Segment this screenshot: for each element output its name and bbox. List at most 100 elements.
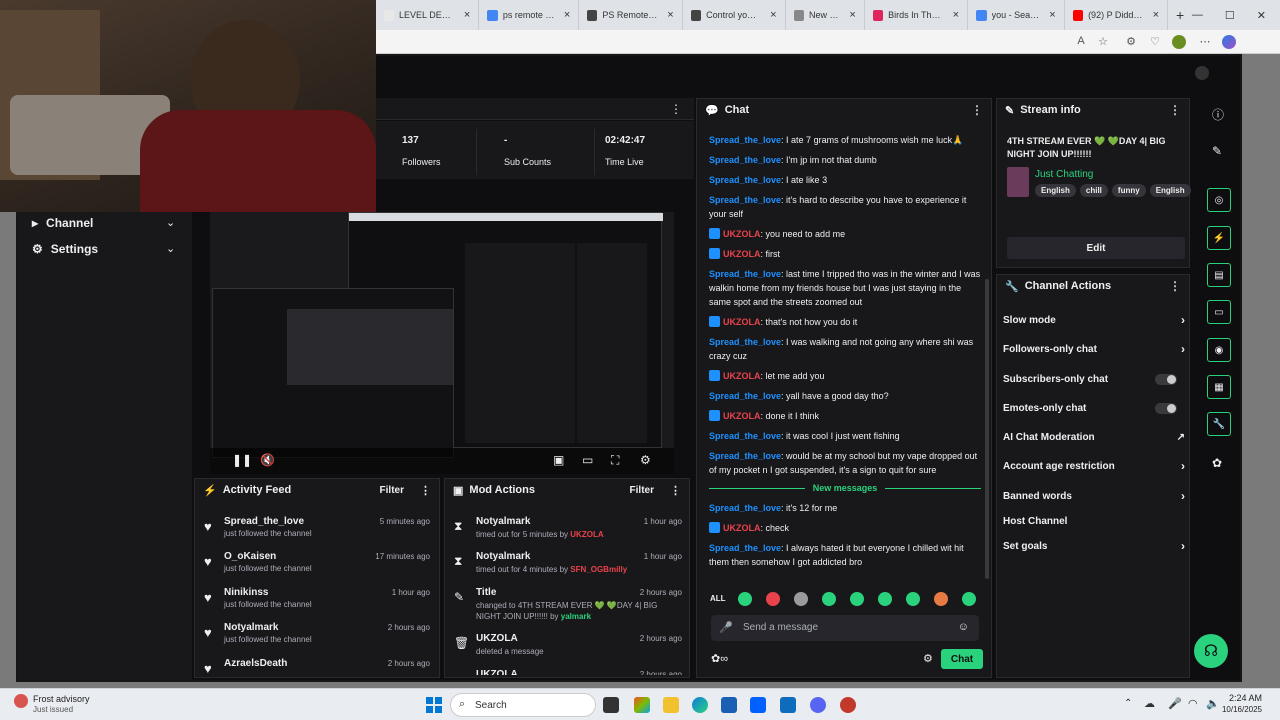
tag-chip[interactable]: English bbox=[1035, 184, 1076, 197]
emoji-icon[interactable]: ☺ bbox=[958, 621, 969, 633]
channel-action-item[interactable]: Account age restriction › bbox=[1003, 459, 1189, 473]
chat-username[interactable]: UKZOLA bbox=[723, 411, 761, 421]
tag-chip[interactable]: funny bbox=[1111, 184, 1146, 197]
close-tab-icon[interactable]: × bbox=[464, 9, 470, 21]
channel-action-item[interactable]: Emotes-only chat bbox=[1003, 401, 1189, 415]
channel-action-item[interactable]: Banned words › bbox=[1003, 489, 1189, 503]
close-tab-icon[interactable]: × bbox=[667, 9, 673, 21]
store-icon[interactable] bbox=[721, 697, 737, 713]
onedrive-icon[interactable]: ☁ bbox=[1144, 697, 1155, 710]
mod-action-item[interactable]: ⧗ UKZOLA 2 hours ago bbox=[450, 667, 688, 675]
chat-username[interactable]: Spread_the_love bbox=[709, 543, 781, 553]
category-link[interactable]: Just Chatting bbox=[1035, 169, 1093, 180]
edge-icon[interactable] bbox=[692, 697, 708, 713]
taskbar-search[interactable]: ⌕ Search bbox=[450, 693, 596, 717]
weather-alert-icon[interactable] bbox=[14, 694, 28, 708]
quick-action-chat-icon[interactable]: ▭ bbox=[1207, 300, 1231, 324]
activity-filter-button[interactable]: Filter bbox=[380, 485, 404, 496]
channel-action-item[interactable]: Subscribers-only chat bbox=[1003, 372, 1189, 386]
emote-icon[interactable] bbox=[878, 592, 892, 606]
chat-username[interactable]: Spread_the_love bbox=[709, 337, 781, 347]
activity-menu-icon[interactable]: ⋮ bbox=[420, 484, 431, 497]
emote-icon[interactable] bbox=[794, 592, 808, 606]
user-avatar[interactable] bbox=[1195, 66, 1209, 80]
chat-username[interactable]: UKZOLA bbox=[723, 249, 761, 259]
mod-action-item[interactable]: 🗑 UKZOLA 2 hours ago deleted a message bbox=[450, 631, 688, 667]
quick-action-target-icon[interactable]: ◎ bbox=[1207, 188, 1231, 212]
chat-scrollbar[interactable] bbox=[985, 279, 989, 579]
browser-tab[interactable]: PS Remote Pla × bbox=[579, 0, 683, 30]
stats-menu-icon[interactable]: ⋮ bbox=[670, 102, 682, 116]
chat-username[interactable]: UKZOLA bbox=[723, 523, 761, 533]
browser-tab[interactable]: New tab × bbox=[786, 0, 865, 30]
mod-action-item[interactable]: ⧗ Notyalmark 1 hour ago timed out for 4 min… bbox=[450, 549, 688, 585]
chat-send-button[interactable]: Chat bbox=[941, 649, 983, 669]
mod-action-item[interactable]: ✎ Title 2 hours ago changed to 4TH STREAM E… bbox=[450, 585, 688, 621]
chat-username[interactable]: Spread_the_love bbox=[709, 431, 781, 441]
close-tab-icon[interactable]: × bbox=[1049, 9, 1055, 21]
emote-icon[interactable] bbox=[906, 592, 920, 606]
more-icon[interactable]: ✿ bbox=[1212, 456, 1222, 470]
favorite-star-icon[interactable]: ☆ bbox=[1096, 35, 1110, 49]
mute-icon[interactable]: 🔇 bbox=[260, 453, 275, 467]
mod-menu-icon[interactable]: ⋮ bbox=[670, 484, 681, 497]
emote-icon[interactable] bbox=[822, 592, 836, 606]
quick-action-bolt-icon[interactable]: ⚡ bbox=[1207, 226, 1231, 250]
close-tab-icon[interactable]: × bbox=[849, 9, 855, 21]
browser-tab[interactable]: LEVEL DEVIL - × bbox=[376, 0, 480, 30]
follower-name[interactable]: Ninikinss bbox=[224, 587, 268, 598]
sidebar-item-channel[interactable]: ▸ Channel bbox=[32, 216, 93, 230]
quick-action-wrench-icon[interactable]: 🔧 bbox=[1207, 412, 1231, 436]
weather-title[interactable]: Frost advisory bbox=[33, 694, 90, 704]
emote-icon[interactable] bbox=[934, 592, 948, 606]
maximize-window-button[interactable]: ☐ bbox=[1225, 9, 1235, 22]
theater-icon[interactable]: ▭ bbox=[582, 453, 593, 467]
chat-username[interactable]: UKZOLA bbox=[723, 229, 761, 239]
clock-time[interactable]: 2:24 AM bbox=[1222, 693, 1262, 703]
activity-feed-item[interactable]: ♥ AzraelsDeath 2 hours ago bbox=[200, 656, 436, 688]
chat-username[interactable]: Spread_the_love bbox=[709, 195, 781, 205]
mod-action-item[interactable]: ⧗ Notyalmark 1 hour ago timed out for 5 min… bbox=[450, 514, 688, 550]
mod-target-name[interactable]: Notyalmark bbox=[476, 516, 530, 527]
emote-icon[interactable] bbox=[850, 592, 864, 606]
close-tab-icon[interactable]: × bbox=[564, 9, 570, 21]
stream-preview[interactable]: ❚❚ 🔇 ▣ ▭ ⛶ ⚙ bbox=[210, 212, 674, 474]
follower-name[interactable]: Notyalmark bbox=[224, 622, 278, 633]
mic-icon[interactable]: 🎤 bbox=[1168, 697, 1182, 710]
channel-action-item[interactable]: Followers-only chat › bbox=[1003, 342, 1189, 356]
stream-info-menu-icon[interactable]: ⋮ bbox=[1169, 103, 1181, 117]
settings-icon[interactable]: ⚙ bbox=[640, 453, 651, 467]
channel-action-item[interactable]: AI Chat Moderation ↗ bbox=[1003, 430, 1189, 444]
chat-username[interactable]: Spread_the_love bbox=[709, 451, 781, 461]
chat-username[interactable]: Spread_the_love bbox=[709, 503, 781, 513]
chat-username[interactable]: UKZOLA bbox=[723, 317, 761, 327]
follower-name[interactable]: Spread_the_love bbox=[224, 516, 304, 527]
chat-menu-icon[interactable]: ⋮ bbox=[971, 103, 983, 117]
close-tab-icon[interactable]: × bbox=[1153, 9, 1159, 21]
pause-icon[interactable]: ❚❚ bbox=[232, 453, 252, 467]
chevron-down-icon[interactable]: ⌄ bbox=[166, 242, 175, 255]
new-tab-button[interactable]: + bbox=[1168, 0, 1192, 30]
mod-target-name[interactable]: Title bbox=[476, 587, 496, 598]
channel-action-item[interactable]: Set goals › bbox=[1003, 539, 1189, 553]
channel-actions-menu-icon[interactable]: ⋮ bbox=[1169, 279, 1181, 293]
emote-icon[interactable] bbox=[738, 592, 752, 606]
activity-feed-item[interactable]: ♥ Spread_the_love 5 minutes ago just follow… bbox=[200, 514, 436, 546]
moderator-name[interactable]: yalmark bbox=[561, 612, 591, 621]
moderator-name[interactable]: UKZOLA bbox=[570, 530, 603, 539]
chat-settings-icon[interactable]: ⚙ bbox=[923, 652, 933, 665]
sidebar-item-settings[interactable]: ⚙ Settings bbox=[32, 242, 98, 256]
info-icon[interactable]: ⓘ bbox=[1212, 106, 1224, 123]
channel-action-item[interactable]: Slow mode › bbox=[1003, 313, 1189, 327]
browser-tab[interactable]: ps remote pla × bbox=[479, 0, 580, 30]
outlook-icon[interactable] bbox=[780, 697, 796, 713]
close-tab-icon[interactable]: × bbox=[770, 9, 776, 21]
toggle-switch[interactable] bbox=[1155, 402, 1177, 414]
mod-target-name[interactable]: UKZOLA bbox=[476, 633, 518, 644]
quick-action-broadcast-icon[interactable]: ◉ bbox=[1207, 338, 1231, 362]
channel-action-item[interactable]: Host Channel bbox=[1003, 514, 1189, 528]
follower-name[interactable]: O_oKaisen bbox=[224, 551, 276, 562]
points-icon[interactable]: ✿∞ bbox=[711, 652, 728, 665]
browser-tab[interactable]: Control your P × bbox=[683, 0, 786, 30]
app-icon[interactable] bbox=[634, 697, 650, 713]
